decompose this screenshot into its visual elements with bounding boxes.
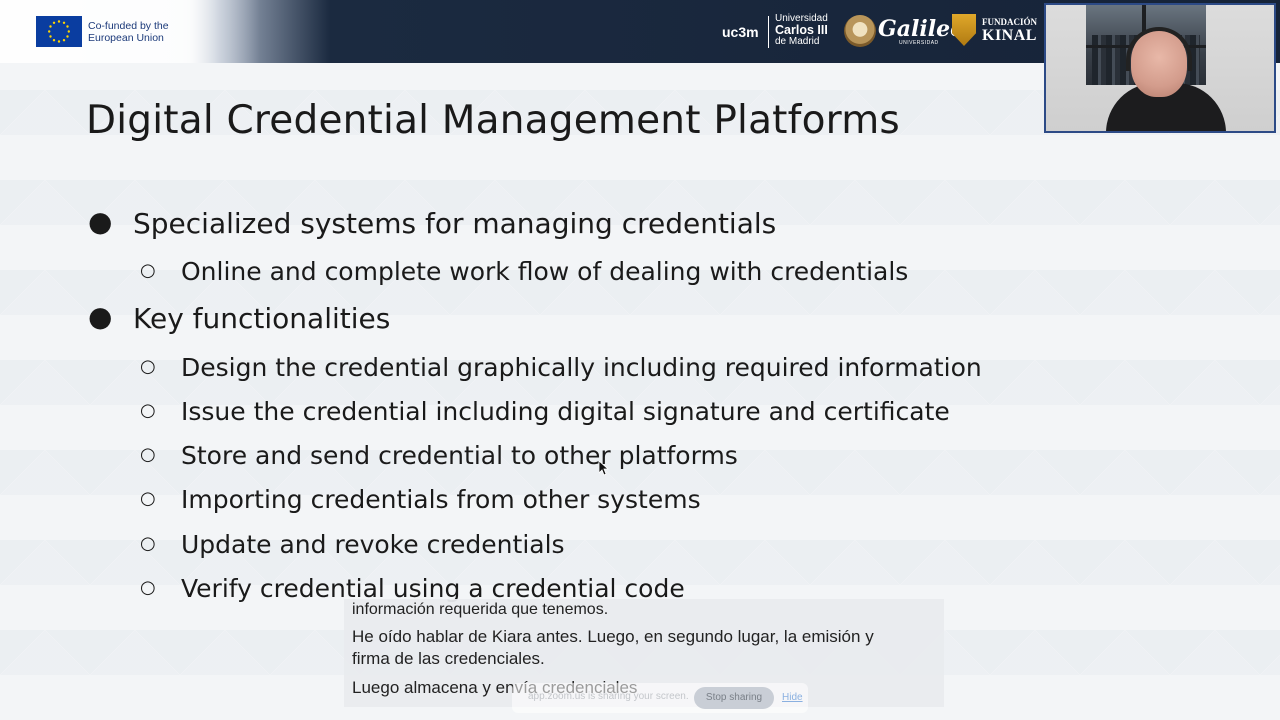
sub-bullet-circle-icon: ○ [140, 400, 156, 421]
logo-divider [768, 16, 769, 48]
sub-bullet-circle-icon: ○ [140, 488, 156, 509]
eu-cofunded-label: Co-funded by the European Union [88, 20, 169, 44]
galileo-subtitle: UNIVERSIDAD [899, 40, 939, 46]
caption-line: He oído hablar de Kiara antes. Luego, en… [352, 627, 874, 668]
galileo-seal-icon [844, 15, 876, 47]
caption-line: información requerida que tenemos. [352, 601, 609, 618]
bullet-dot-icon: ● [88, 205, 113, 238]
sub-bullet-circle-icon: ○ [140, 260, 156, 281]
sub-bullet-text: Update and revoke credentials [181, 530, 565, 559]
kinal-logo: FUNDACIÓN KINAL [982, 15, 1037, 44]
slide-title: Digital Credential Management Platforms [86, 98, 900, 143]
sub-bullet-circle-icon: ○ [140, 577, 156, 598]
kinal-line2: KINAL [982, 27, 1037, 44]
speaker-video-thumbnail[interactable] [1044, 3, 1276, 133]
stop-sharing-button[interactable]: Stop sharing [694, 687, 774, 709]
bullet-text: Key functionalities [133, 302, 391, 335]
screen-share-bar: app.zoom.us is sharing your screen. Stop… [512, 683, 808, 713]
hide-link[interactable]: Hide [782, 692, 803, 703]
sub-bullet-text: Importing credentials from other systems [181, 485, 701, 514]
uc3m-full-name: Universidad Carlos III de Madrid [775, 13, 828, 47]
sub-bullet-circle-icon: ○ [140, 444, 156, 465]
sub-bullet-text: Store and send credential to other platf… [181, 441, 738, 470]
sub-bullet-circle-icon: ○ [140, 356, 156, 377]
sub-bullet-text: Design the credential graphically includ… [181, 353, 982, 382]
uc3m-line2: Carlos III [775, 23, 828, 37]
sub-bullet-text: Issue the credential including digital s… [181, 397, 950, 426]
share-status-text: app.zoom.us is sharing your screen. [528, 691, 689, 702]
uc3m-line3: de Madrid [775, 36, 820, 47]
sub-bullet-circle-icon: ○ [140, 533, 156, 554]
sub-bullet-text: Online and complete work flow of dealing… [181, 257, 909, 286]
bullet-text: Specialized systems for managing credent… [133, 207, 777, 240]
eu-flag-icon [36, 16, 82, 47]
galileo-logo-text: Galileo [878, 16, 965, 42]
uc3m-logo-text: uc3m [722, 24, 759, 40]
bullet-dot-icon: ● [88, 300, 113, 333]
